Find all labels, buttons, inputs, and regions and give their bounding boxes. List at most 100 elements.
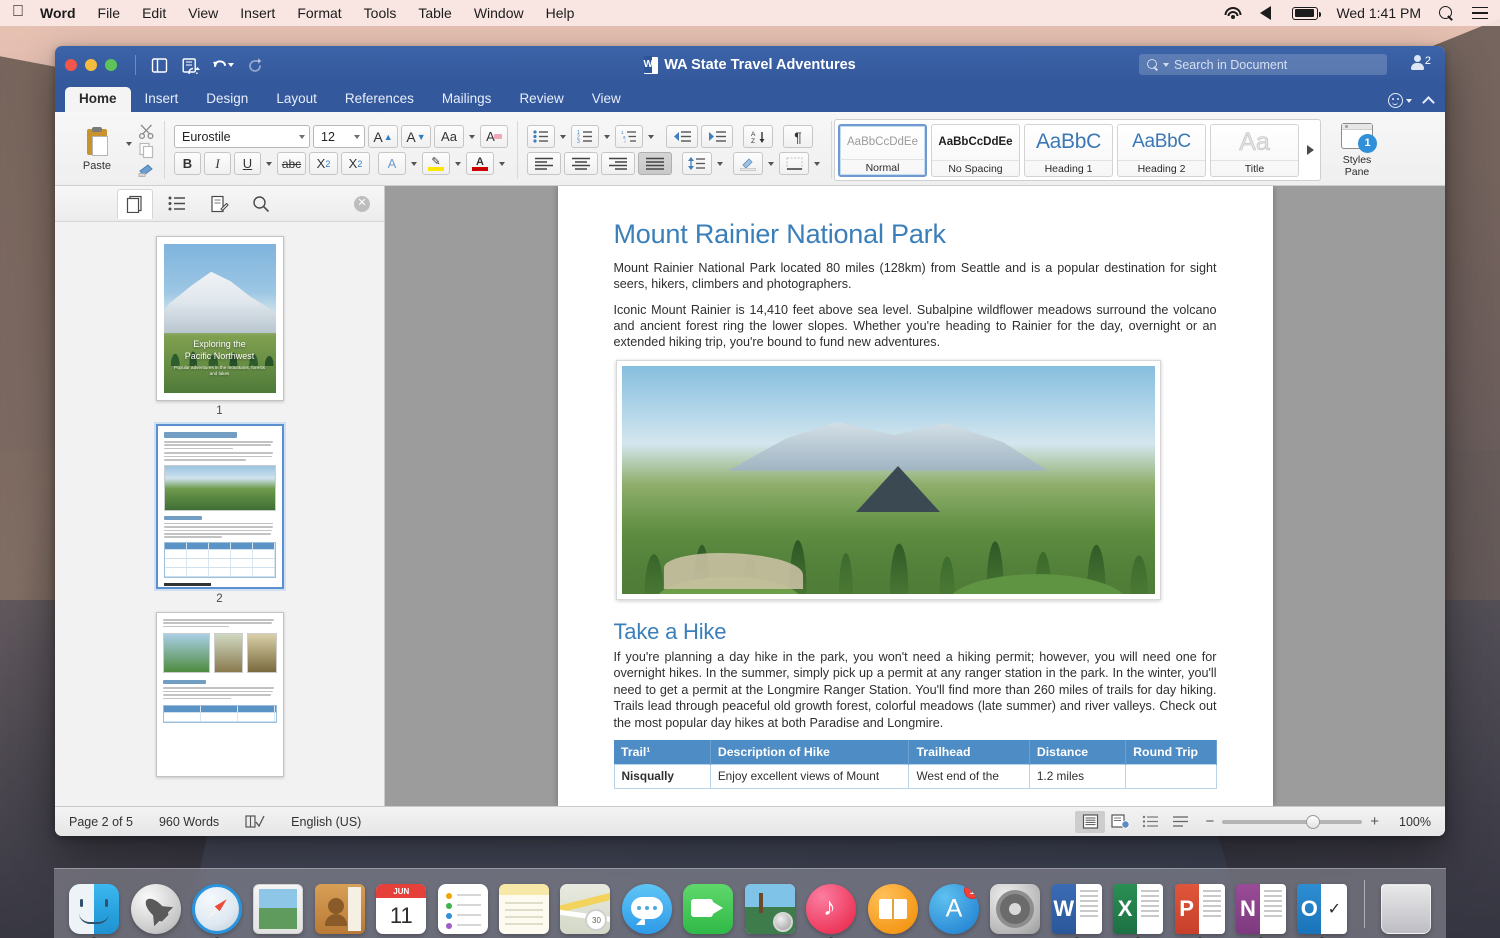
zoom-slider-control[interactable]: − + [1205, 813, 1379, 830]
paste-dropdown-icon[interactable] [126, 142, 132, 146]
review-icon[interactable] [201, 189, 237, 219]
menu-item-file[interactable]: File [98, 5, 121, 21]
grow-font-button[interactable]: A ▲ [368, 125, 398, 148]
style-heading-2[interactable]: AaBbC Heading 2 [1117, 124, 1206, 177]
thumbnail-item-3[interactable] [156, 612, 284, 777]
facetime-icon[interactable] [682, 881, 734, 934]
text-effects-button[interactable]: A [378, 152, 406, 175]
menu-item-help[interactable]: Help [546, 5, 575, 21]
search-options-chevron-icon[interactable] [1163, 63, 1169, 67]
close-window-button[interactable] [65, 59, 77, 71]
menu-bar-clock[interactable]: Wed 1:41 PM [1336, 5, 1421, 21]
highlight-color-button[interactable]: ✎ [422, 152, 450, 175]
zoom-slider-knob[interactable] [1306, 815, 1320, 829]
document-page[interactable]: Mount Rainier National Park Mount Rainie… [558, 186, 1273, 806]
tab-view[interactable]: View [578, 87, 635, 112]
calendar-icon[interactable]: JUN 11 [375, 881, 427, 934]
menu-item-table[interactable]: Table [418, 5, 451, 21]
menu-item-insert[interactable]: Insert [240, 5, 275, 21]
menu-item-edit[interactable]: Edit [142, 5, 166, 21]
tab-references[interactable]: References [331, 87, 428, 112]
web-layout-icon[interactable] [1105, 811, 1135, 833]
microsoft-excel-icon[interactable]: X [1112, 881, 1164, 934]
spotlight-search-icon[interactable] [1439, 6, 1454, 21]
search-sidebar-icon[interactable] [243, 189, 279, 219]
highlight-dropdown-icon[interactable] [455, 162, 461, 166]
bold-button[interactable]: B [174, 152, 201, 175]
show-marks-icon[interactable]: ¶ [783, 125, 813, 148]
outline-icon[interactable] [159, 189, 195, 219]
safari-icon[interactable] [191, 881, 243, 934]
cut-scissors-icon[interactable] [138, 123, 155, 140]
font-size-select[interactable]: 12 [313, 125, 365, 148]
sidebar-toggle-icon[interactable] [146, 53, 172, 77]
notification-center-icon[interactable] [1472, 7, 1488, 20]
change-case-button[interactable]: Aa [434, 125, 464, 148]
clear-formatting-button[interactable]: A [480, 125, 508, 148]
paste-button[interactable]: Paste [70, 129, 124, 172]
tab-mailings[interactable]: Mailings [428, 87, 506, 112]
itunes-icon[interactable]: ♪ [805, 881, 857, 934]
word-count[interactable]: 960 Words [159, 815, 219, 829]
underline-button[interactable]: U [234, 152, 261, 175]
menu-item-tools[interactable]: Tools [364, 5, 397, 21]
mail-icon[interactable] [252, 881, 304, 934]
menu-item-view[interactable]: View [188, 5, 218, 21]
align-left-icon[interactable] [527, 152, 561, 175]
underline-dropdown-icon[interactable] [266, 162, 272, 166]
language-indicator[interactable]: English (US) [291, 815, 361, 829]
style-normal[interactable]: AaBbCcDdEe Normal [838, 124, 927, 177]
tab-review[interactable]: Review [505, 87, 577, 112]
zoom-slider-track[interactable] [1222, 820, 1362, 824]
multilevel-dropdown-icon[interactable] [648, 135, 654, 139]
change-case-dropdown-icon[interactable] [469, 135, 475, 139]
zoom-level-label[interactable]: 100% [1389, 815, 1431, 829]
document-photo[interactable] [616, 360, 1161, 600]
strikethrough-button[interactable]: abc [277, 152, 306, 175]
thumbnails-icon[interactable] [117, 189, 153, 219]
subscript-button[interactable]: X2 [309, 152, 338, 175]
shading-icon[interactable] [733, 152, 763, 175]
tab-home[interactable]: Home [65, 87, 131, 112]
align-center-icon[interactable] [564, 152, 598, 175]
align-right-icon[interactable] [601, 152, 635, 175]
thumbnail-item-2[interactable]: 2 [156, 424, 284, 605]
battery-icon[interactable] [1292, 7, 1318, 20]
app-store-icon[interactable]: A 1 [928, 881, 980, 934]
microsoft-onenote-icon[interactable]: N [1235, 881, 1287, 934]
menu-item-word[interactable]: Word [40, 5, 76, 21]
system-preferences-icon[interactable] [989, 881, 1041, 934]
styles-pane-button[interactable]: 1 Styles Pane [1325, 115, 1389, 185]
close-sidebar-icon[interactable]: ✕ [354, 196, 370, 212]
style-title[interactable]: Aa Title [1210, 124, 1299, 177]
page-thumbnail[interactable] [156, 612, 284, 777]
feedback-smiley-icon[interactable] [1388, 93, 1412, 108]
minimize-window-button[interactable] [85, 59, 97, 71]
styles-gallery-more-icon[interactable] [1303, 145, 1317, 155]
spellcheck-icon[interactable] [245, 814, 265, 829]
page-thumbnail[interactable]: Exploring the Pacific Northwest Popular … [156, 236, 284, 401]
page-thumbnails-list[interactable]: Exploring the Pacific Northwest Popular … [55, 222, 384, 806]
tab-design[interactable]: Design [192, 87, 262, 112]
microsoft-outlook-icon[interactable]: O ✓ [1296, 881, 1348, 934]
undo-icon[interactable] [210, 53, 236, 77]
shading-dropdown-icon[interactable] [768, 162, 774, 166]
justify-icon[interactable] [638, 152, 672, 175]
numbering-icon[interactable]: 123 [571, 125, 599, 148]
ibooks-icon[interactable] [866, 881, 918, 934]
bullets-icon[interactable] [527, 125, 555, 148]
bullets-dropdown-icon[interactable] [560, 135, 566, 139]
multilevel-list-icon[interactable]: 1ai [615, 125, 643, 148]
contacts-icon[interactable] [314, 881, 366, 934]
hikes-table[interactable]: Trail¹ Description of Hike Trailhead Dis… [614, 740, 1217, 789]
numbering-dropdown-icon[interactable] [604, 135, 610, 139]
format-painter-icon[interactable] [138, 161, 155, 178]
page-thumbnail[interactable] [156, 424, 284, 589]
menu-item-format[interactable]: Format [297, 5, 341, 21]
collaborators-indicator[interactable]: 2 [1411, 55, 1431, 70]
reminders-icon[interactable] [436, 881, 488, 934]
print-layout-icon[interactable] [1075, 811, 1105, 833]
shrink-font-button[interactable]: A ▼ [401, 125, 431, 148]
superscript-button[interactable]: X2 [341, 152, 370, 175]
increase-indent-icon[interactable] [701, 125, 733, 148]
